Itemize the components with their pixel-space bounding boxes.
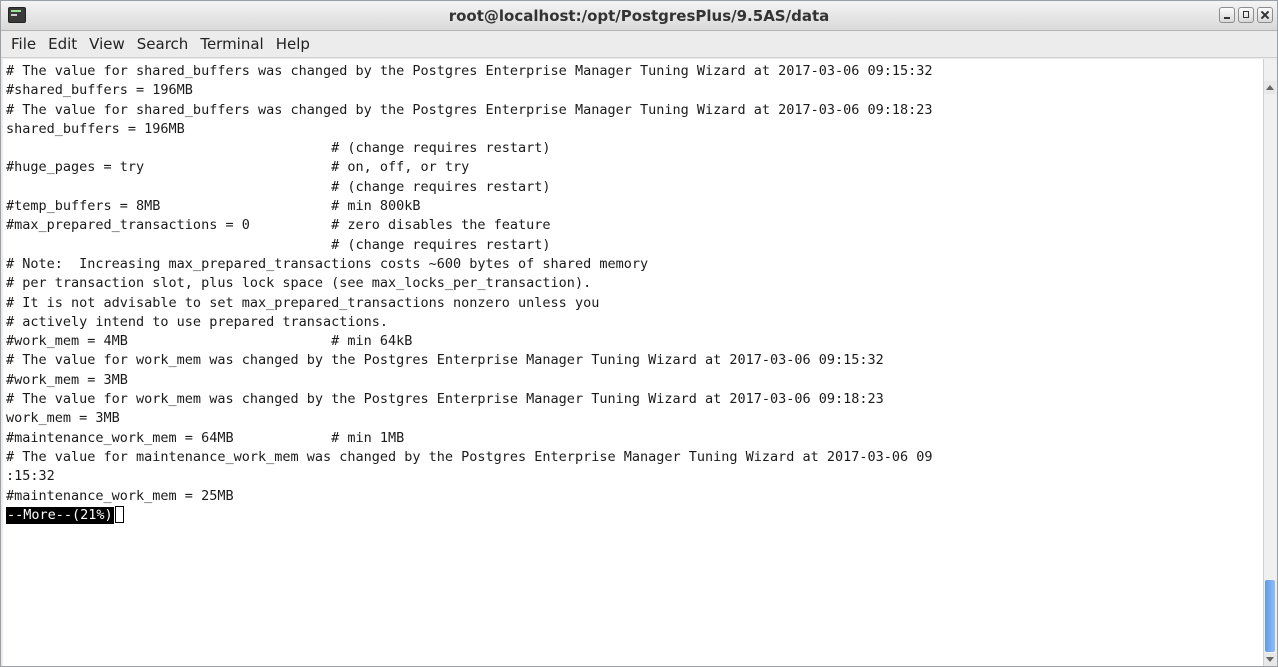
terminal-line: # The value for maintenance_work_mem was… [6, 448, 933, 465]
terminal-output[interactable]: # The value for shared_buffers was chang… [3, 59, 1265, 666]
menu-terminal[interactable]: Terminal [194, 31, 269, 58]
scroll-thumb[interactable] [1265, 580, 1275, 652]
menu-edit[interactable]: Edit [42, 31, 83, 58]
terminal-line: :15:32 [6, 468, 55, 485]
window-title: root@localhost:/opt/PostgresPlus/9.5AS/d… [448, 7, 830, 25]
pager-line: --More--(21%) [6, 505, 1265, 525]
title-bar[interactable]: root@localhost:/opt/PostgresPlus/9.5AS/d… [1, 1, 1277, 31]
terminal-line: #maintenance_work_mem = 64MB # min 1MB [6, 429, 405, 446]
pager-prompt: --More--(21%) [6, 506, 114, 524]
terminal-line: # (change requires restart) [6, 178, 551, 195]
terminal-line: #work_mem = 3MB [6, 371, 128, 388]
menu-view[interactable]: View [83, 31, 131, 58]
menu-help[interactable]: Help [270, 31, 316, 58]
terminal-line: # Note: Increasing max_prepared_transact… [6, 255, 649, 272]
terminal-line: # The value for shared_buffers was chang… [6, 101, 933, 118]
terminal-line: #work_mem = 4MB # min 64kB [6, 333, 413, 350]
close-icon[interactable] [1257, 7, 1273, 23]
terminal-line: shared_buffers = 196MB [6, 120, 185, 137]
terminal-line: #temp_buffers = 8MB # min 800kB [6, 198, 421, 215]
window-controls [1219, 7, 1273, 23]
terminal-line: # actively intend to use prepared transa… [6, 313, 389, 330]
terminal-line: work_mem = 3MB [6, 410, 120, 427]
terminal-line: # The value for work_mem was changed by … [6, 391, 884, 408]
terminal-line: #maintenance_work_mem = 25MB [6, 487, 234, 504]
terminal-line: # (change requires restart) [6, 236, 551, 253]
terminal-line: # (change requires restart) [6, 140, 551, 157]
minimize-icon[interactable] [1219, 7, 1235, 23]
terminal-line: #shared_buffers = 196MB [6, 82, 193, 99]
text-cursor [114, 505, 124, 523]
terminal-line: # The value for shared_buffers was chang… [6, 63, 933, 79]
maximize-icon[interactable] [1238, 7, 1254, 23]
menu-search[interactable]: Search [131, 31, 195, 58]
terminal-line: #max_prepared_transactions = 0 # zero di… [6, 217, 551, 234]
terminal-line: #huge_pages = try # on, off, or try [6, 159, 470, 176]
terminal-line: # The value for work_mem was changed by … [6, 352, 884, 369]
menu-file[interactable]: File [5, 31, 42, 58]
terminal-line: # per transaction slot, plus lock space … [6, 275, 592, 292]
vertical-scrollbar[interactable] [1263, 59, 1276, 666]
scroll-down-arrow-icon[interactable] [1264, 653, 1276, 666]
menu-bar: File Edit View Search Terminal Help [1, 31, 1277, 58]
terminal-line: # It is not advisable to set max_prepare… [6, 294, 600, 311]
terminal-window: root@localhost:/opt/PostgresPlus/9.5AS/d… [0, 0, 1278, 667]
scroll-up-arrow-icon[interactable] [1264, 81, 1276, 94]
